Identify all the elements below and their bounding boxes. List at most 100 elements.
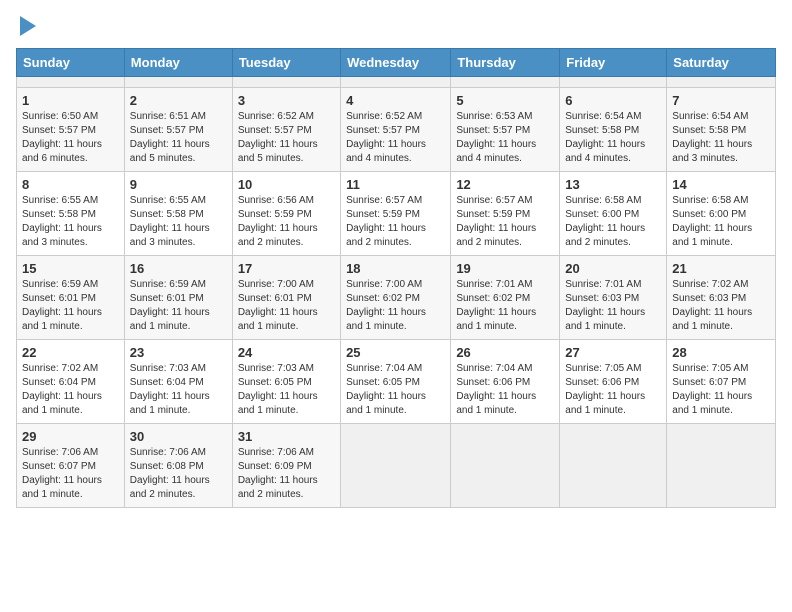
- logo-arrow-icon: [20, 16, 36, 36]
- calendar-cell: 22 Sunrise: 7:02 AMSunset: 6:04 PMDayligh…: [17, 340, 125, 424]
- cell-info: Sunrise: 7:00 AMSunset: 6:02 PMDaylight:…: [346, 278, 445, 334]
- calendar-cell: 28Sunrise: 7:05 AMSunset: 6:07 PMDayligh…: [667, 340, 776, 424]
- day-number: 17: [238, 261, 335, 276]
- day-number: 7: [672, 93, 770, 108]
- calendar-cell: 15Sunrise: 6:59 AMSunset: 6:01 PMDayligh…: [17, 256, 125, 340]
- calendar-body: 1 Sunrise: 6:50 AMSunset: 5:57 PMDaylight…: [17, 77, 776, 508]
- cell-info: Sunrise: 7:01 AMSunset: 6:03 PMDaylight:…: [565, 278, 661, 334]
- calendar-cell: 21Sunrise: 7:02 AMSunset: 6:03 PMDayligh…: [667, 256, 776, 340]
- day-number: 8: [22, 177, 119, 192]
- calendar-cell: [451, 77, 560, 88]
- calendar-cell: 31 Sunrise: 7:06 AMSunset: 6:09 PMDayligh…: [232, 424, 340, 508]
- calendar-cell: [232, 77, 340, 88]
- day-number: 31: [238, 429, 335, 444]
- cell-info: Sunrise: 6:54 AMSunset: 5:58 PMDaylight:…: [565, 110, 661, 166]
- calendar-week-1: 1 Sunrise: 6:50 AMSunset: 5:57 PMDaylight…: [17, 88, 776, 172]
- calendar-cell: 12 Sunrise: 6:57 AMSunset: 5:59 PMDayligh…: [451, 172, 560, 256]
- calendar-cell: [560, 424, 667, 508]
- logo: [16, 16, 36, 36]
- day-header-tuesday: Tuesday: [232, 49, 340, 77]
- cell-info: Sunrise: 7:02 AMSunset: 6:04 PMDaylight:…: [22, 362, 119, 418]
- calendar-cell: [17, 77, 125, 88]
- day-number: 11: [346, 177, 445, 192]
- cell-info: Sunrise: 6:52 AMSunset: 5:57 PMDaylight:…: [346, 110, 445, 166]
- cell-info: Sunrise: 6:58 AMSunset: 6:00 PMDaylight:…: [565, 194, 661, 250]
- calendar-cell: 24 Sunrise: 7:03 AMSunset: 6:05 PMDayligh…: [232, 340, 340, 424]
- cell-info: Sunrise: 7:03 AMSunset: 6:04 PMDaylight:…: [130, 362, 227, 418]
- day-number: 10: [238, 177, 335, 192]
- calendar-cell: [667, 77, 776, 88]
- day-header-sunday: Sunday: [17, 49, 125, 77]
- calendar-header-row: SundayMondayTuesdayWednesdayThursdayFrid…: [17, 49, 776, 77]
- page-header: [16, 16, 776, 36]
- day-number: 12: [456, 177, 554, 192]
- day-number: 6: [565, 93, 661, 108]
- day-number: 26: [456, 345, 554, 360]
- calendar-cell: 17Sunrise: 7:00 AMSunset: 6:01 PMDayligh…: [232, 256, 340, 340]
- calendar-week-3: 15 Sunrise: 6:59 AMSunset: 6:01 PMDayligh…: [17, 256, 776, 340]
- day-header-thursday: Thursday: [451, 49, 560, 77]
- calendar-cell: [341, 424, 451, 508]
- day-number: 14: [672, 177, 770, 192]
- day-number: 1: [22, 93, 119, 108]
- calendar-week-4: 22 Sunrise: 7:02 AMSunset: 6:04 PMDayligh…: [17, 340, 776, 424]
- calendar-cell: 26 Sunrise: 7:04 AMSunset: 6:06 PMDayligh…: [451, 340, 560, 424]
- cell-info: Sunrise: 6:55 AMSunset: 5:58 PMDaylight:…: [130, 194, 227, 250]
- day-header-wednesday: Wednesday: [341, 49, 451, 77]
- day-number: 22: [22, 345, 119, 360]
- calendar-cell: 3Sunrise: 6:52 AMSunset: 5:57 PMDaylight…: [232, 88, 340, 172]
- calendar-cell: 5Sunrise: 6:53 AMSunset: 5:57 PMDaylight…: [451, 88, 560, 172]
- calendar-cell: 19Sunrise: 7:01 AMSunset: 6:02 PMDayligh…: [451, 256, 560, 340]
- calendar-cell: 11 Sunrise: 6:57 AMSunset: 5:59 PMDayligh…: [341, 172, 451, 256]
- cell-info: Sunrise: 6:52 AMSunset: 5:57 PMDaylight:…: [238, 110, 335, 166]
- cell-info: Sunrise: 6:54 AMSunset: 5:58 PMDaylight:…: [672, 110, 770, 166]
- day-number: 18: [346, 261, 445, 276]
- day-number: 23: [130, 345, 227, 360]
- calendar-cell: 14Sunrise: 6:58 AMSunset: 6:00 PMDayligh…: [667, 172, 776, 256]
- calendar-cell: 23 Sunrise: 7:03 AMSunset: 6:04 PMDayligh…: [124, 340, 232, 424]
- cell-info: Sunrise: 7:06 AMSunset: 6:09 PMDaylight:…: [238, 446, 335, 502]
- calendar-cell: 13 Sunrise: 6:58 AMSunset: 6:00 PMDayligh…: [560, 172, 667, 256]
- day-header-monday: Monday: [124, 49, 232, 77]
- day-number: 5: [456, 93, 554, 108]
- day-number: 20: [565, 261, 661, 276]
- calendar-week-5: 29Sunrise: 7:06 AMSunset: 6:07 PMDayligh…: [17, 424, 776, 508]
- day-number: 4: [346, 93, 445, 108]
- cell-info: Sunrise: 7:03 AMSunset: 6:05 PMDaylight:…: [238, 362, 335, 418]
- calendar-cell: [667, 424, 776, 508]
- calendar-cell: 25 Sunrise: 7:04 AMSunset: 6:05 PMDayligh…: [341, 340, 451, 424]
- day-number: 15: [22, 261, 119, 276]
- calendar-cell: [124, 77, 232, 88]
- calendar-cell: 8Sunrise: 6:55 AMSunset: 5:58 PMDaylight…: [17, 172, 125, 256]
- cell-info: Sunrise: 6:50 AMSunset: 5:57 PMDaylight:…: [22, 110, 119, 166]
- calendar-cell: 2 Sunrise: 6:51 AMSunset: 5:57 PMDaylight…: [124, 88, 232, 172]
- day-number: 2: [130, 93, 227, 108]
- day-number: 30: [130, 429, 227, 444]
- calendar-cell: 20 Sunrise: 7:01 AMSunset: 6:03 PMDayligh…: [560, 256, 667, 340]
- day-number: 13: [565, 177, 661, 192]
- day-number: 19: [456, 261, 554, 276]
- day-header-saturday: Saturday: [667, 49, 776, 77]
- day-number: 16: [130, 261, 227, 276]
- cell-info: Sunrise: 6:59 AMSunset: 6:01 PMDaylight:…: [130, 278, 227, 334]
- calendar-cell: [341, 77, 451, 88]
- day-number: 9: [130, 177, 227, 192]
- calendar-cell: [560, 77, 667, 88]
- cell-info: Sunrise: 6:57 AMSunset: 5:59 PMDaylight:…: [456, 194, 554, 250]
- day-number: 24: [238, 345, 335, 360]
- day-number: 25: [346, 345, 445, 360]
- calendar-cell: 18 Sunrise: 7:00 AMSunset: 6:02 PMDayligh…: [341, 256, 451, 340]
- cell-info: Sunrise: 7:04 AMSunset: 6:05 PMDaylight:…: [346, 362, 445, 418]
- calendar-cell: 1 Sunrise: 6:50 AMSunset: 5:57 PMDaylight…: [17, 88, 125, 172]
- day-number: 21: [672, 261, 770, 276]
- calendar-cell: 16 Sunrise: 6:59 AMSunset: 6:01 PMDayligh…: [124, 256, 232, 340]
- cell-info: Sunrise: 7:05 AMSunset: 6:06 PMDaylight:…: [565, 362, 661, 418]
- cell-info: Sunrise: 6:51 AMSunset: 5:57 PMDaylight:…: [130, 110, 227, 166]
- day-header-friday: Friday: [560, 49, 667, 77]
- cell-info: Sunrise: 6:57 AMSunset: 5:59 PMDaylight:…: [346, 194, 445, 250]
- cell-info: Sunrise: 7:04 AMSunset: 6:06 PMDaylight:…: [456, 362, 554, 418]
- calendar-week-0: [17, 77, 776, 88]
- day-number: 27: [565, 345, 661, 360]
- cell-info: Sunrise: 7:06 AMSunset: 6:07 PMDaylight:…: [22, 446, 119, 502]
- day-number: 28: [672, 345, 770, 360]
